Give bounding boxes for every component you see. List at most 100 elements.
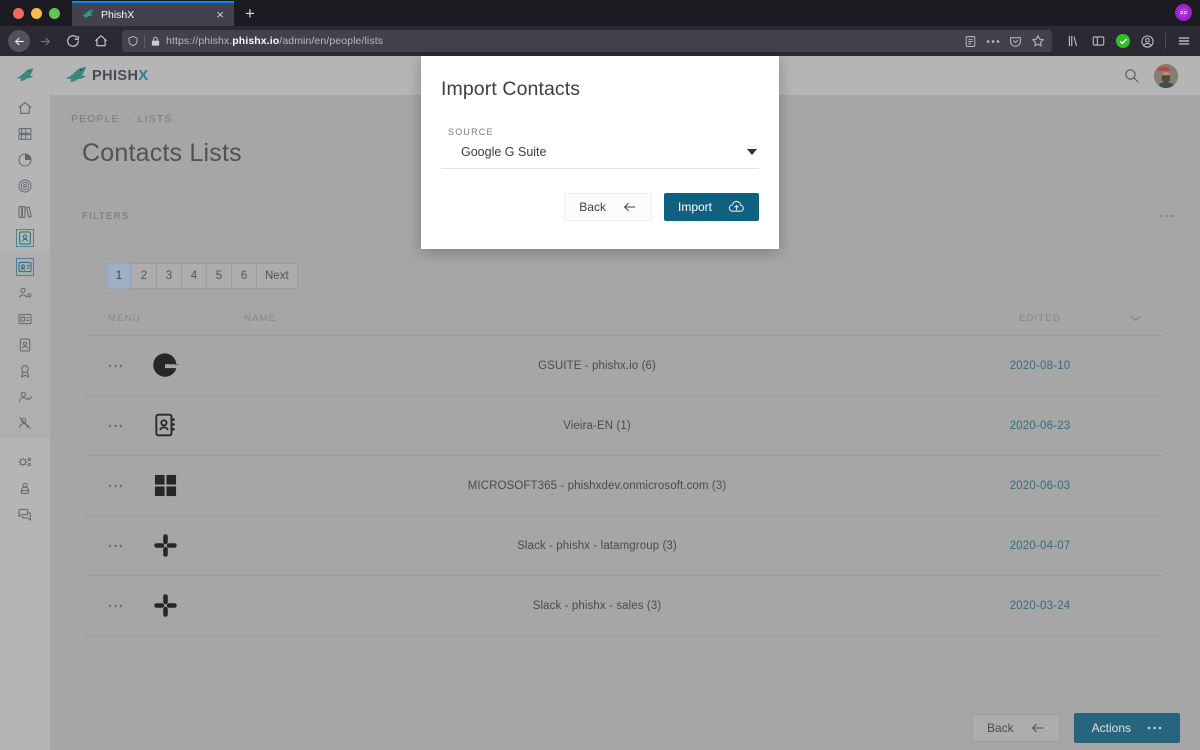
- sidebar-item-integrations[interactable]: [0, 449, 50, 475]
- sidebar-item-support-chat[interactable]: [0, 501, 50, 527]
- app-brand[interactable]: PHISHX: [64, 64, 148, 88]
- id-card-icon: [17, 311, 33, 327]
- breadcrumb-lists[interactable]: LISTS: [138, 113, 173, 125]
- app-sidebar: [0, 56, 50, 750]
- url-text: https://phishx.phishx.io/admin/en/people…: [166, 35, 384, 47]
- row-spacer: [1130, 515, 1164, 576]
- back-arrow-icon[interactable]: [8, 30, 30, 52]
- column-header-name: NAME: [244, 313, 277, 324]
- sidebar-item-awards[interactable]: [0, 358, 50, 384]
- row-edited-date[interactable]: 2020-04-07: [950, 515, 1130, 576]
- sidebar-item-blocked-users[interactable]: [0, 410, 50, 436]
- badge-portrait-icon: [17, 337, 33, 353]
- cloud-upload-icon: [728, 200, 745, 214]
- breadcrumb-people[interactable]: PEOPLE: [71, 113, 120, 125]
- sidebar-item-people[interactable]: [0, 225, 50, 251]
- row-menu-ellipsis-icon[interactable]: [86, 395, 148, 456]
- row-edited-date[interactable]: 2020-06-23: [950, 395, 1130, 456]
- star-bookmark-icon[interactable]: [1031, 34, 1045, 48]
- row-name: Vieira-EN (1): [244, 395, 950, 456]
- close-window-button[interactable]: [13, 8, 24, 19]
- ellipsis-icon[interactable]: [1159, 214, 1174, 218]
- row-source-icon-cell: [148, 575, 244, 636]
- sidebar-item-library[interactable]: [0, 199, 50, 225]
- forward-arrow-icon[interactable]: [32, 29, 58, 53]
- table-row[interactable]: GSUITE - phishx.io (6) 2020-08-10: [86, 335, 1164, 396]
- browser-tab-bar: PhishX × +: [0, 0, 1200, 26]
- column-header-edited[interactable]: EDITED: [950, 313, 1130, 336]
- row-menu-ellipsis-icon[interactable]: [86, 335, 148, 396]
- source-select[interactable]: Google G Suite: [441, 145, 759, 169]
- sidebar-item-approved-users[interactable]: [0, 384, 50, 410]
- pagination-page-6[interactable]: 6: [231, 263, 257, 289]
- row-edited-date[interactable]: 2020-03-24: [950, 575, 1130, 636]
- row-menu-ellipsis-icon[interactable]: [86, 575, 148, 636]
- library-icon[interactable]: [1066, 34, 1081, 48]
- arrow-left-icon: [1030, 722, 1045, 734]
- import-contacts-dialog: Import Contacts SOURCE Google G Suite Ba…: [421, 56, 779, 249]
- award-medal-icon: [17, 363, 33, 379]
- sidebar-item-badges[interactable]: [0, 332, 50, 358]
- green-check-icon[interactable]: [1116, 34, 1130, 48]
- row-spacer: [1130, 335, 1164, 396]
- search-icon[interactable]: [1123, 67, 1140, 84]
- sidebar-item-dashboard[interactable]: [0, 121, 50, 147]
- avatar[interactable]: [1154, 63, 1178, 88]
- source-selected-value: Google G Suite: [461, 145, 547, 159]
- back-button[interactable]: Back: [971, 714, 1060, 742]
- pagination-page-4[interactable]: 4: [181, 263, 207, 289]
- dialog-import-button[interactable]: Import: [663, 193, 759, 221]
- sidebar-item-users[interactable]: [0, 280, 50, 306]
- table-row[interactable]: Slack - phishx - latamgroup (3) 2020-04-…: [86, 515, 1164, 576]
- reload-icon[interactable]: [60, 29, 86, 53]
- hamburger-menu-icon[interactable]: [1176, 34, 1192, 48]
- table-row[interactable]: Vieira-EN (1) 2020-06-23: [86, 395, 1164, 456]
- sidebar-item-id-cards[interactable]: [0, 306, 50, 332]
- sidebar-item-home[interactable]: [0, 95, 50, 121]
- pagination-page-1[interactable]: 1: [106, 263, 132, 289]
- actions-button[interactable]: Actions: [1073, 713, 1180, 743]
- row-menu-ellipsis-icon[interactable]: [86, 515, 148, 576]
- pagination-next[interactable]: Next: [256, 263, 298, 289]
- table-row[interactable]: Slack - phishx - sales (3) 2020-03-24: [86, 575, 1164, 636]
- minimize-window-button[interactable]: [31, 8, 42, 19]
- browser-tab-phishx[interactable]: PhishX ×: [72, 1, 234, 26]
- gear-network-icon: [17, 454, 33, 470]
- url-bar[interactable]: https://phishx.phishx.io/admin/en/people…: [122, 30, 1052, 52]
- dialog-back-label: Back: [579, 200, 606, 214]
- dialog-back-button[interactable]: Back: [564, 193, 652, 221]
- sidebar-logo[interactable]: [15, 56, 35, 95]
- maximize-window-button[interactable]: [49, 8, 60, 19]
- phishx-app: PHISHX PEOPLE › LISTS Contacts Lists FIL…: [0, 56, 1200, 750]
- toolbar-divider: [1165, 33, 1166, 49]
- account-avatar-icon[interactable]: [1140, 34, 1155, 49]
- books-icon: [17, 204, 33, 220]
- sidebar-item-lists[interactable]: [0, 254, 50, 280]
- plus-icon[interactable]: +: [234, 5, 265, 26]
- pagination-page-2[interactable]: 2: [131, 263, 157, 289]
- contact-card-icon: [16, 229, 34, 247]
- row-name: MICROSOFT365 - phishxdev.onmicrosoft.com…: [244, 455, 950, 516]
- pagination-page-5[interactable]: 5: [206, 263, 232, 289]
- table-row[interactable]: MICROSOFT365 - phishxdev.onmicrosoft.com…: [86, 455, 1164, 516]
- pocket-icon[interactable]: [1009, 35, 1022, 48]
- pie-chart-icon: [17, 152, 33, 168]
- close-icon[interactable]: ×: [214, 8, 226, 21]
- user-check-icon: [17, 389, 33, 405]
- row-edited-date[interactable]: 2020-08-10: [950, 335, 1130, 396]
- reader-mode-icon[interactable]: [964, 35, 977, 48]
- extension-badge-icon[interactable]: [1175, 4, 1192, 21]
- pagination-page-3[interactable]: 3: [156, 263, 182, 289]
- sidebar-icon[interactable]: [1091, 34, 1106, 48]
- sidebar-item-account[interactable]: [0, 475, 50, 501]
- sidebar-item-reports[interactable]: [0, 147, 50, 173]
- lock-icon: [150, 36, 161, 47]
- chevron-down-icon[interactable]: [1130, 313, 1164, 336]
- sidebar-item-campaigns[interactable]: [0, 173, 50, 199]
- row-menu-ellipsis-icon[interactable]: [86, 455, 148, 516]
- page-actions-ellipsis-icon[interactable]: [986, 39, 1000, 44]
- row-edited-date[interactable]: 2020-06-03: [950, 455, 1130, 516]
- shield-icon[interactable]: [127, 35, 139, 47]
- home-icon[interactable]: [88, 29, 114, 53]
- microsoft-icon: [148, 469, 182, 503]
